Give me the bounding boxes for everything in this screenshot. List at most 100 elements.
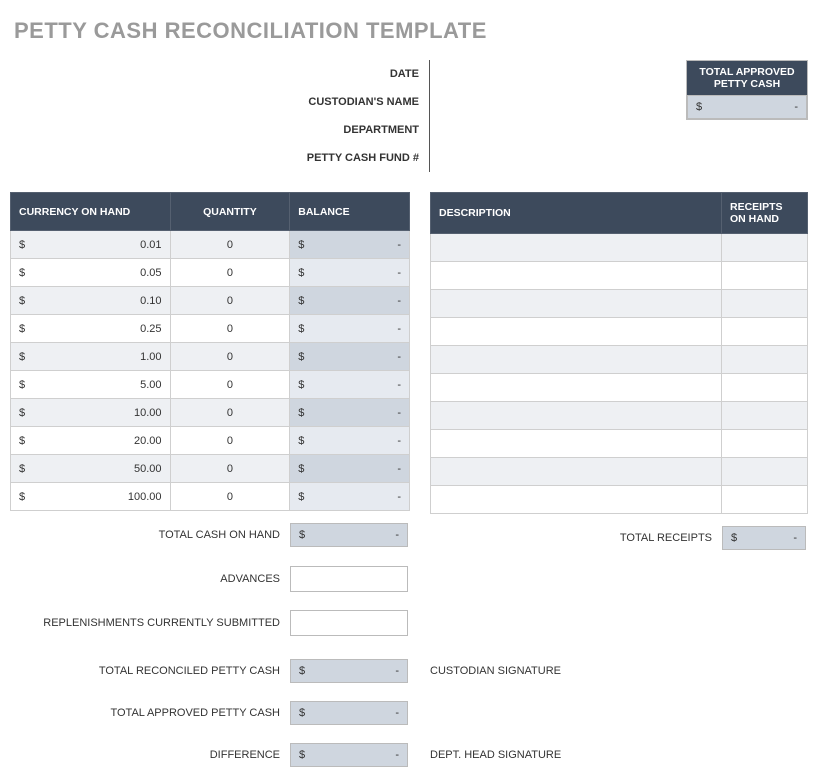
page-title: PETTY CASH RECONCILIATION TEMPLATE bbox=[14, 18, 810, 44]
label-total-approved: TOTAL APPROVED PETTY CASH bbox=[10, 707, 290, 719]
total-approved-row: TOTAL APPROVED PETTY CASH $- bbox=[10, 699, 808, 727]
table-row: $10.000$- bbox=[11, 399, 410, 427]
table-row: $0.010$- bbox=[11, 231, 410, 259]
table-row bbox=[431, 234, 808, 262]
balance-cell: $- bbox=[290, 371, 410, 399]
amt-cell[interactable] bbox=[722, 374, 808, 402]
total-cash-on-hand-row: TOTAL CASH ON HAND $- bbox=[10, 521, 410, 549]
balance-cell: $- bbox=[290, 427, 410, 455]
desc-cell[interactable] bbox=[431, 430, 722, 458]
desc-cell[interactable] bbox=[431, 234, 722, 262]
qty-cell[interactable]: 0 bbox=[170, 259, 290, 287]
label-total-receipts: TOTAL RECEIPTS bbox=[430, 532, 722, 544]
label-advances: ADVANCES bbox=[10, 573, 290, 585]
denom-cell[interactable]: $0.05 bbox=[11, 259, 171, 287]
col-balance: BALANCE bbox=[290, 193, 410, 231]
table-row: $0.250$- bbox=[11, 315, 410, 343]
balance-cell: $- bbox=[290, 483, 410, 511]
table-row bbox=[431, 318, 808, 346]
table-row: $50.000$- bbox=[11, 455, 410, 483]
denom-cell[interactable]: $0.10 bbox=[11, 287, 171, 315]
table-row: $100.000$- bbox=[11, 483, 410, 511]
amt-cell[interactable] bbox=[722, 290, 808, 318]
label-total-cash-on-hand: TOTAL CASH ON HAND bbox=[10, 529, 290, 541]
balance-cell: $- bbox=[290, 287, 410, 315]
denom-cell[interactable]: $100.00 bbox=[11, 483, 171, 511]
desc-cell[interactable] bbox=[431, 262, 722, 290]
table-row bbox=[431, 374, 808, 402]
table-row bbox=[431, 430, 808, 458]
col-receipts-on-hand: RECEIPTS ON HAND bbox=[722, 193, 808, 234]
denom-cell[interactable]: $20.00 bbox=[11, 427, 171, 455]
balance-cell: $- bbox=[290, 315, 410, 343]
qty-cell[interactable]: 0 bbox=[170, 483, 290, 511]
qty-cell[interactable]: 0 bbox=[170, 371, 290, 399]
balance-cell: $- bbox=[290, 259, 410, 287]
table-row bbox=[431, 290, 808, 318]
col-currency-on-hand: CURRENCY ON HAND bbox=[11, 193, 171, 231]
amt-cell[interactable] bbox=[722, 458, 808, 486]
denom-cell[interactable]: $0.01 bbox=[11, 231, 171, 259]
qty-cell[interactable]: 0 bbox=[170, 343, 290, 371]
desc-cell[interactable] bbox=[431, 458, 722, 486]
difference-row: DIFFERENCE $- DEPT. HEAD SIGNATURE bbox=[10, 741, 808, 769]
label-total-reconciled: TOTAL RECONCILED PETTY CASH bbox=[10, 665, 290, 677]
total-approved-box: TOTAL APPROVED PETTY CASH $ - bbox=[686, 60, 808, 120]
col-description: DESCRIPTION bbox=[431, 193, 722, 234]
balance-cell: $- bbox=[290, 231, 410, 259]
label-petty-cash-fund: PETTY CASH FUND # bbox=[10, 144, 429, 172]
denom-cell[interactable]: $1.00 bbox=[11, 343, 171, 371]
receipts-table: DESCRIPTION RECEIPTS ON HAND bbox=[430, 192, 808, 514]
total-approved-value-bottom: $- bbox=[290, 701, 408, 725]
total-approved-header: TOTAL APPROVED PETTY CASH bbox=[687, 61, 807, 95]
total-cash-on-hand-value: $- bbox=[290, 523, 408, 547]
table-row: $20.000$- bbox=[11, 427, 410, 455]
table-row: $5.000$- bbox=[11, 371, 410, 399]
qty-cell[interactable]: 0 bbox=[170, 399, 290, 427]
total-receipts-row: TOTAL RECEIPTS $- bbox=[430, 524, 808, 552]
qty-cell[interactable]: 0 bbox=[170, 287, 290, 315]
label-custodian-signature: CUSTODIAN SIGNATURE bbox=[430, 665, 808, 677]
replenishments-row: REPLENISHMENTS CURRENTLY SUBMITTED bbox=[10, 609, 410, 637]
amt-cell[interactable] bbox=[722, 234, 808, 262]
difference-value: $- bbox=[290, 743, 408, 767]
replenishments-input[interactable] bbox=[290, 610, 408, 636]
amt-cell[interactable] bbox=[722, 402, 808, 430]
balance-cell: $- bbox=[290, 455, 410, 483]
currency-value: - bbox=[794, 101, 798, 113]
desc-cell[interactable] bbox=[431, 486, 722, 514]
desc-cell[interactable] bbox=[431, 346, 722, 374]
label-department: DEPARTMENT bbox=[10, 116, 429, 144]
desc-cell[interactable] bbox=[431, 374, 722, 402]
qty-cell[interactable]: 0 bbox=[170, 455, 290, 483]
table-row bbox=[431, 346, 808, 374]
total-reconciled-row: TOTAL RECONCILED PETTY CASH $- CUSTODIAN… bbox=[10, 657, 808, 685]
denom-cell[interactable]: $5.00 bbox=[11, 371, 171, 399]
denom-cell[interactable]: $50.00 bbox=[11, 455, 171, 483]
denom-cell[interactable]: $10.00 bbox=[11, 399, 171, 427]
qty-cell[interactable]: 0 bbox=[170, 315, 290, 343]
desc-cell[interactable] bbox=[431, 402, 722, 430]
amt-cell[interactable] bbox=[722, 346, 808, 374]
col-quantity: QUANTITY bbox=[170, 193, 290, 231]
amt-cell[interactable] bbox=[722, 430, 808, 458]
desc-cell[interactable] bbox=[431, 318, 722, 346]
advances-input[interactable] bbox=[290, 566, 408, 592]
table-row bbox=[431, 486, 808, 514]
table-row: $0.100$- bbox=[11, 287, 410, 315]
label-dept-head-signature: DEPT. HEAD SIGNATURE bbox=[430, 749, 808, 761]
amt-cell[interactable] bbox=[722, 318, 808, 346]
qty-cell[interactable]: 0 bbox=[170, 231, 290, 259]
amt-cell[interactable] bbox=[722, 486, 808, 514]
table-row bbox=[431, 262, 808, 290]
table-row: $1.000$- bbox=[11, 343, 410, 371]
advances-row: ADVANCES bbox=[10, 565, 410, 593]
table-row: $0.050$- bbox=[11, 259, 410, 287]
denom-cell[interactable]: $0.25 bbox=[11, 315, 171, 343]
label-difference: DIFFERENCE bbox=[10, 749, 290, 761]
header-fields-row: DATE CUSTODIAN'S NAME DEPARTMENT PETTY C… bbox=[10, 60, 808, 172]
amt-cell[interactable] bbox=[722, 262, 808, 290]
desc-cell[interactable] bbox=[431, 290, 722, 318]
qty-cell[interactable]: 0 bbox=[170, 427, 290, 455]
total-approved-value[interactable]: $ - bbox=[687, 95, 807, 119]
